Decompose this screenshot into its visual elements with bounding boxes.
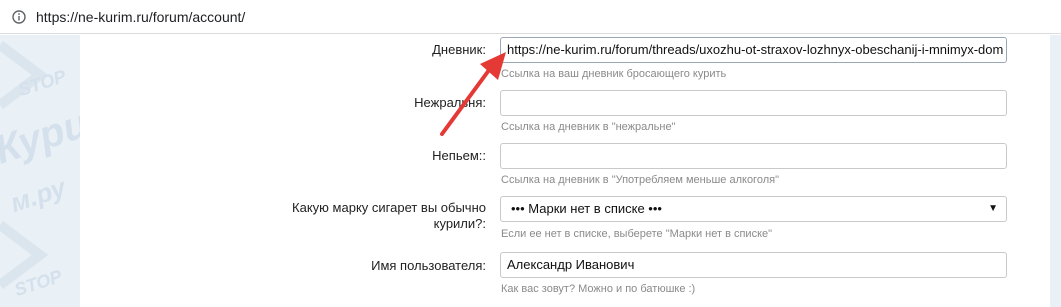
diary-hint: Ссылка на ваш дневник бросающего курить bbox=[501, 68, 727, 80]
cigarette-brand-label-line1: Какую марку сигарет вы обычно bbox=[292, 200, 486, 215]
username-hint: Как вас зовут? Можно и по батюшке :) bbox=[501, 283, 696, 295]
url-text[interactable]: https://ne-kurim.ru/forum/account/ bbox=[36, 9, 245, 25]
username-label: Имя пользователя: bbox=[371, 258, 486, 273]
cigarette-brand-hint: Если ее нет в списке, выберете "Марки не… bbox=[501, 228, 773, 240]
cigarette-brand-label-line2: курили?: bbox=[433, 216, 486, 231]
cigarette-brand-select[interactable]: ••• Марки нет в списке ••• ▼ bbox=[500, 196, 1007, 222]
nepyem-label: Непьем:: bbox=[432, 148, 486, 163]
diary-label: Дневник: bbox=[432, 42, 486, 57]
sidebar-watermark: STOP Кури м.ру STOP bbox=[0, 35, 80, 307]
username-input[interactable]: Александр Иванович bbox=[500, 252, 1007, 278]
cigarette-brand-selected-value: ••• Марки нет в списке ••• bbox=[511, 201, 662, 216]
right-border-strip bbox=[1050, 35, 1061, 307]
nezhralnya-input[interactable] bbox=[500, 90, 1007, 116]
nezhralnya-label: Нежральня: bbox=[414, 95, 486, 110]
info-icon[interactable] bbox=[12, 10, 26, 24]
dropdown-caret-icon[interactable]: ▼ bbox=[988, 197, 998, 221]
cigarette-brand-label: Какую марку сигарет вы обычно курили?: bbox=[292, 200, 486, 232]
nezhralnya-hint: Ссылка на дневник в "нежральне" bbox=[501, 121, 676, 133]
nepyem-hint: Ссылка на дневник в "Употребляем меньше … bbox=[501, 174, 779, 186]
diary-input[interactable]: https://ne-kurim.ru/forum/threads/uxozhu… bbox=[500, 37, 1007, 63]
address-bar[interactable]: https://ne-kurim.ru/forum/account/ bbox=[0, 0, 1061, 34]
nepyem-input[interactable] bbox=[500, 143, 1007, 169]
